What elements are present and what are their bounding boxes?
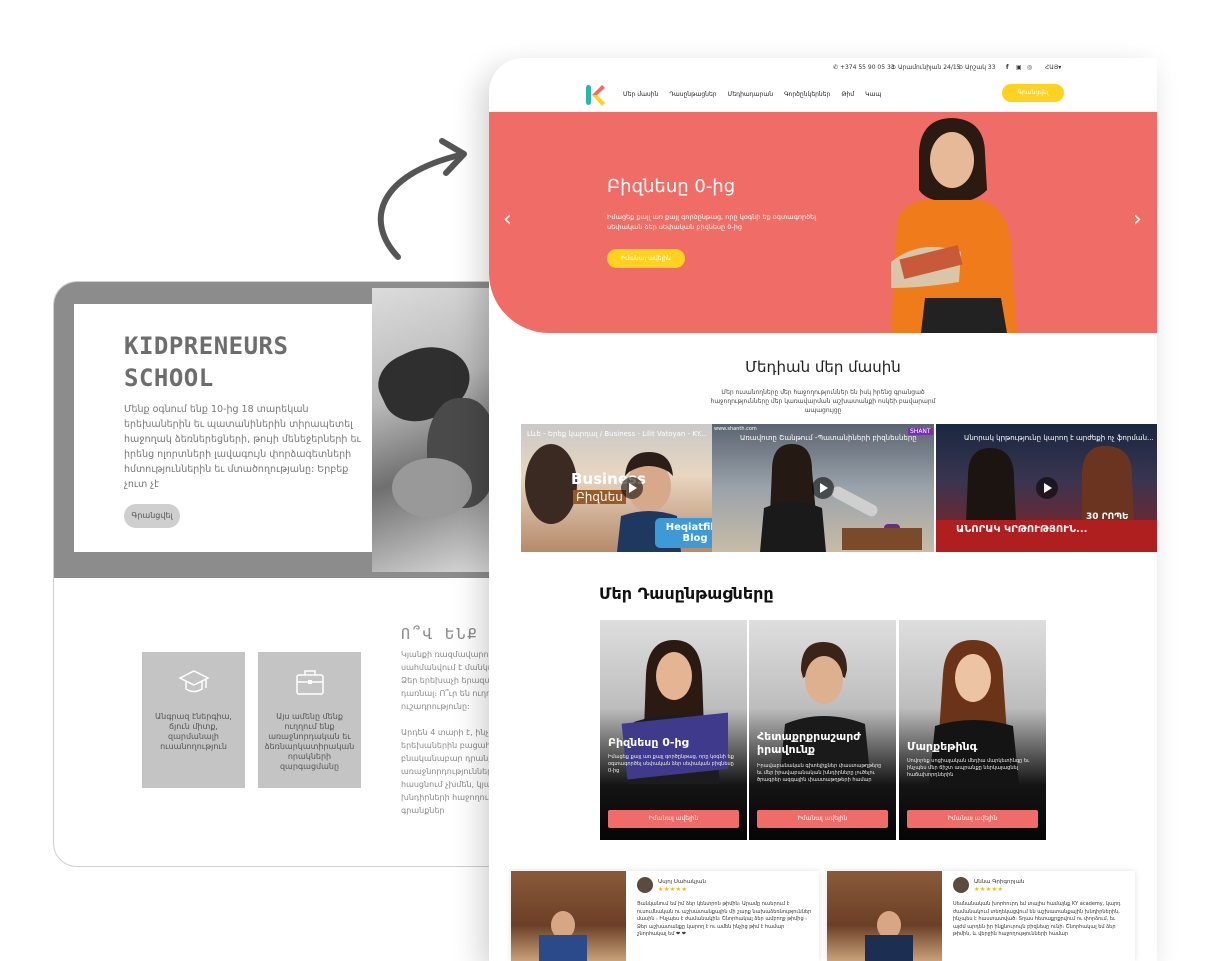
nav-item-partners[interactable]: Գործընկերներ xyxy=(784,91,830,98)
top-bar: ✆ +374 55 90 05 33 ⊙ Արամունիյան 24/15 ⊙… xyxy=(489,58,1157,78)
video-card-2[interactable]: www.shanth.com SHANT Առավոտը Շանթում -Պա… xyxy=(712,424,934,552)
old-tile-briefcase: Այս ամենը մենք ուղղում ենք առաջնորդական … xyxy=(258,652,361,788)
hero-learn-more-button[interactable]: Իմանալ ավելին xyxy=(607,249,685,268)
review-text: Սեսնանական խորհուրդ եմ տալիս համայնք KY … xyxy=(953,901,1121,938)
facebook-icon[interactable]: f xyxy=(1006,64,1009,71)
youtube-icon[interactable]: ▣ xyxy=(1016,64,1022,71)
hero-girl-photo xyxy=(891,118,1017,333)
courses-section-title: Մեր Դասընթացները xyxy=(599,584,774,603)
review-text: Ցանկանում եմ իմ ձեր կենտրոն թիմին։ Արամը… xyxy=(637,901,812,938)
address-1: ⊙ Արամունիյան 24/15 xyxy=(891,64,961,71)
graduation-cap-icon xyxy=(178,670,210,693)
nav-item-courses[interactable]: Դասընթացներ xyxy=(669,91,716,98)
join-button[interactable]: Գրանցվել xyxy=(1002,84,1064,102)
review-photo-1 xyxy=(511,871,626,961)
location-icon: ⊙ xyxy=(891,64,897,71)
kidpreneurs-logo[interactable] xyxy=(584,82,606,108)
video-card-3[interactable]: Անորակ կրթությունը կարող է արժեքի ոչ ֆոր… xyxy=(936,424,1157,552)
review-photo-2 xyxy=(827,871,942,961)
play-icon[interactable] xyxy=(1036,477,1058,499)
reviewer-name: Ասյոյ Սահակյան xyxy=(658,879,706,885)
location-icon: ⊙ xyxy=(958,64,964,71)
old-join-button[interactable]: Գրանցվել xyxy=(124,504,180,528)
review-card-2: Աննա Գրիգորյան ★★★★★ Սեսնանական խորհուրդ… xyxy=(827,871,1135,961)
course-learn-more-button[interactable]: Իմանալ ավելին xyxy=(907,810,1038,828)
address-2: ⊙ Արշակ 33 xyxy=(958,64,996,71)
phone-link[interactable]: ✆ +374 55 90 05 33 xyxy=(833,64,895,71)
briefcase-icon xyxy=(296,670,324,695)
avatar xyxy=(953,877,969,893)
new-site-screenshot: ✆ +374 55 90 05 33 ⊙ Արամունիյան 24/15 ⊙… xyxy=(489,58,1157,961)
nav-item-team[interactable]: Թիմ xyxy=(841,91,854,98)
curved-arrow-icon xyxy=(377,138,467,260)
course-learn-more-button[interactable]: Իմանալ ավելին xyxy=(757,810,888,828)
old-site-description: Մենք օգնում ենք 10-ից 18 տարեկան երեխանե… xyxy=(124,404,361,490)
avatar xyxy=(637,877,653,893)
main-nav: Մեր մասին Դասընթացներ Մեդիադարան Գործընկ… xyxy=(489,78,1157,112)
hero-title: Բիզնեսը 0-ից xyxy=(607,176,736,197)
old-site-title: KIDPRENEURS SCHOOL xyxy=(124,332,289,392)
video-card-1[interactable]: Լևե - Երեք կարդալ / Business - Lilit Vat… xyxy=(521,424,743,552)
play-icon[interactable] xyxy=(812,477,834,499)
course-card-law: Հետաքրքրաշարժ իրավունք Իրավաբանական գիտե… xyxy=(749,620,896,840)
course-card-business: Բիզնեսը 0-ից Իմացեք քայլ առ քայլ գործընթ… xyxy=(600,620,747,840)
slider-prev-arrow[interactable]: ‹ xyxy=(503,209,512,231)
nav-item-about[interactable]: Մեր մասին xyxy=(623,91,658,98)
hero-slider: ‹ › Բիզնեսը 0-ից Իմացեք քայլ առ քայլ գոր… xyxy=(489,112,1157,333)
nav-item-media[interactable]: Մեդիադարան xyxy=(728,91,773,98)
course-photo-law xyxy=(779,642,871,784)
old-tile-graduation: Անգրազ էներգիա, ճյուն միտք, զարմանալի ու… xyxy=(142,652,245,788)
review-card-1: Ասյոյ Սահակյան ★★★★★ Ցանկանում եմ իմ ձեր… xyxy=(511,871,819,961)
play-icon[interactable] xyxy=(621,477,643,499)
course-card-marketing: Մարքեթինգ Սովորեք սոցիալական մեդիա մարկե… xyxy=(899,620,1046,840)
nav-item-contact[interactable]: Կապ xyxy=(865,91,881,98)
media-section-subtitle: Մեր ուսանողները մեր հաջողություններ են ի… xyxy=(710,389,936,414)
rating-stars: ★★★★★ xyxy=(658,886,688,893)
language-selector[interactable]: ՀԱՅ▾ xyxy=(1045,64,1061,71)
nav-links: Մեր մասին Դասընթացներ Մեդիադարան Գործընկ… xyxy=(623,91,881,98)
phone-icon: ✆ xyxy=(833,64,839,71)
rating-stars: ★★★★★ xyxy=(974,886,1004,893)
media-section-title: Մեդիան մեր մասին xyxy=(745,358,901,376)
reviewer-name: Աննա Գրիգորյան xyxy=(974,879,1025,885)
slider-next-arrow[interactable]: › xyxy=(1133,209,1142,231)
course-learn-more-button[interactable]: Իմանալ ավելին xyxy=(608,810,739,828)
hero-subtitle: Իմացեք քայլ առ քայլ գործընթաց, որը կօգնի… xyxy=(607,213,817,231)
instagram-icon[interactable]: ◎ xyxy=(1027,64,1032,71)
